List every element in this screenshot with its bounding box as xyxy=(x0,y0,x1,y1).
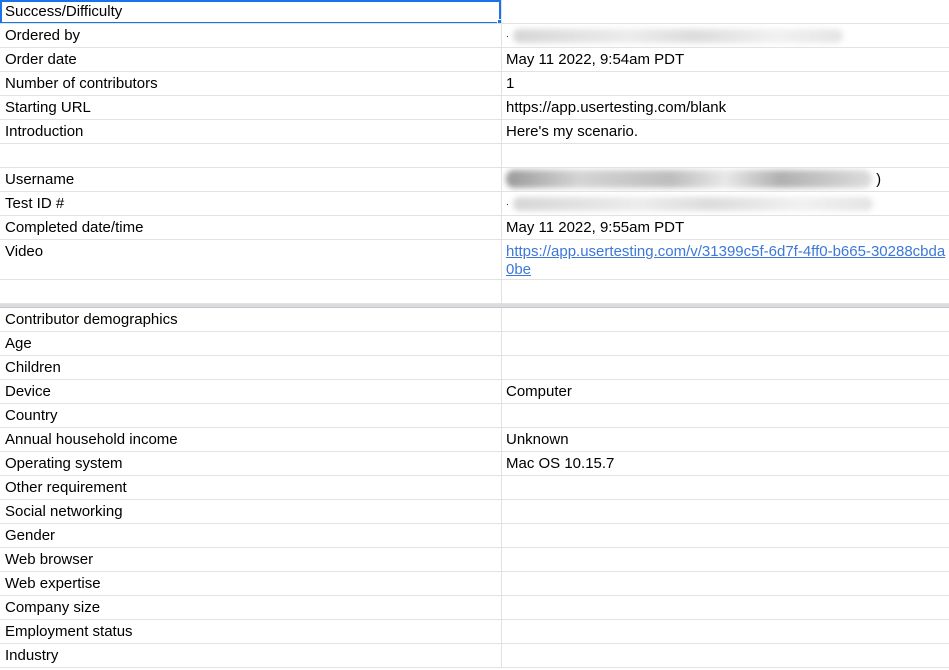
table-row: Contributor demographics xyxy=(0,308,949,332)
cell-label-age[interactable]: Age xyxy=(0,332,502,355)
redacted-mark: · xyxy=(506,199,509,210)
cell-label-employment-status[interactable]: Employment status xyxy=(0,620,502,643)
cell-value-introduction[interactable]: Here's my scenario. xyxy=(502,120,949,143)
cell-empty[interactable] xyxy=(0,144,502,167)
cell-value-order-date[interactable]: May 11 2022, 9:54am PDT xyxy=(502,48,949,71)
cell-label-annual-household-income[interactable]: Annual household income xyxy=(0,428,502,451)
cell-value[interactable] xyxy=(502,308,949,331)
cell-value[interactable] xyxy=(502,500,949,523)
table-row: Number of contributors 1 xyxy=(0,72,949,96)
fill-handle[interactable] xyxy=(497,19,501,23)
table-row: Success/Difficulty xyxy=(0,0,949,24)
cell-value-completed-date-time[interactable]: May 11 2022, 9:55am PDT xyxy=(502,216,949,239)
redacted-blur xyxy=(506,170,872,189)
table-row: Username ) xyxy=(0,168,949,192)
table-row: Industry xyxy=(0,644,949,668)
cell-value-video[interactable]: https://app.usertesting.com/v/31399c5f-6… xyxy=(502,240,949,279)
cell-label-other-requirement[interactable]: Other requirement xyxy=(0,476,502,499)
cell-empty[interactable] xyxy=(0,280,502,303)
cell-value-test-id[interactable]: · xyxy=(502,192,949,215)
cell-value-device[interactable]: Computer xyxy=(502,380,949,403)
table-row: Ordered by · xyxy=(0,24,949,48)
cell-label-introduction[interactable]: Introduction xyxy=(0,120,502,143)
cell-value-starting-url[interactable]: https://app.usertesting.com/blank xyxy=(502,96,949,119)
cell-value-operating-system[interactable]: Mac OS 10.15.7 xyxy=(502,452,949,475)
cell-label-video[interactable]: Video xyxy=(0,240,502,279)
video-link[interactable]: https://app.usertesting.com/v/31399c5f-6… xyxy=(506,243,945,278)
cell-label-operating-system[interactable]: Operating system xyxy=(0,452,502,475)
table-row: Video https://app.usertesting.com/v/3139… xyxy=(0,240,949,280)
table-row: Starting URL https://app.usertesting.com… xyxy=(0,96,949,120)
cell-label-web-browser[interactable]: Web browser xyxy=(0,548,502,571)
table-row: Country xyxy=(0,404,949,428)
cell-value[interactable] xyxy=(502,644,949,667)
table-row: Age xyxy=(0,332,949,356)
cell-label-social-networking[interactable]: Social networking xyxy=(0,500,502,523)
cell-value[interactable] xyxy=(502,596,949,619)
cell-label-username[interactable]: Username xyxy=(0,168,502,191)
table-row: Social networking xyxy=(0,500,949,524)
cell-label-industry[interactable]: Industry xyxy=(0,644,502,667)
cell-value[interactable] xyxy=(502,332,949,355)
cell-value-username[interactable]: ) xyxy=(502,168,949,191)
cell-value[interactable] xyxy=(502,404,949,427)
cell-label-country[interactable]: Country xyxy=(0,404,502,427)
cell-value-ordered-by[interactable]: · xyxy=(502,24,949,47)
cell-label-test-id[interactable]: Test ID # xyxy=(0,192,502,215)
cell-label-success-difficulty[interactable]: Success/Difficulty xyxy=(0,0,502,23)
redacted-mark: · xyxy=(506,31,509,42)
cell-label-starting-url[interactable]: Starting URL xyxy=(0,96,502,119)
table-row: Annual household income Unknown xyxy=(0,428,949,452)
cell-value[interactable] xyxy=(502,572,949,595)
spreadsheet-grid: Success/Difficulty Ordered by · Order da… xyxy=(0,0,949,668)
cell-value[interactable] xyxy=(502,548,949,571)
cell-empty[interactable] xyxy=(502,280,949,303)
cell-label-number-of-contributors[interactable]: Number of contributors xyxy=(0,72,502,95)
cell-label-web-expertise[interactable]: Web expertise xyxy=(0,572,502,595)
cell-value[interactable] xyxy=(502,524,949,547)
cell-value-annual-household-income[interactable]: Unknown xyxy=(502,428,949,451)
cell-value[interactable] xyxy=(502,0,949,23)
table-row: Order date May 11 2022, 9:54am PDT xyxy=(0,48,949,72)
table-row: Test ID # · xyxy=(0,192,949,216)
cell-label-contributor-demographics[interactable]: Contributor demographics xyxy=(0,308,502,331)
cell-label-gender[interactable]: Gender xyxy=(0,524,502,547)
table-row: Employment status xyxy=(0,620,949,644)
cell-label-order-date[interactable]: Order date xyxy=(0,48,502,71)
table-row: Device Computer xyxy=(0,380,949,404)
table-row: Web browser xyxy=(0,548,949,572)
redacted-blur xyxy=(513,29,844,44)
cell-text: Success/Difficulty xyxy=(5,3,123,20)
cell-label-device[interactable]: Device xyxy=(0,380,502,403)
cell-label-completed-date-time[interactable]: Completed date/time xyxy=(0,216,502,239)
table-row: Web expertise xyxy=(0,572,949,596)
table-row xyxy=(0,144,949,168)
cell-text: ) xyxy=(876,171,882,188)
table-row: Company size xyxy=(0,596,949,620)
cell-value-number-of-contributors[interactable]: 1 xyxy=(502,72,949,95)
table-row: Completed date/time May 11 2022, 9:55am … xyxy=(0,216,949,240)
table-row: Other requirement xyxy=(0,476,949,500)
table-row: Operating system Mac OS 10.15.7 xyxy=(0,452,949,476)
cell-label-ordered-by[interactable]: Ordered by xyxy=(0,24,502,47)
cell-empty[interactable] xyxy=(502,144,949,167)
table-row: Gender xyxy=(0,524,949,548)
cell-label-company-size[interactable]: Company size xyxy=(0,596,502,619)
cell-value[interactable] xyxy=(502,620,949,643)
cell-label-children[interactable]: Children xyxy=(0,356,502,379)
cell-value[interactable] xyxy=(502,356,949,379)
cell-value[interactable] xyxy=(502,476,949,499)
redacted-blur xyxy=(513,197,874,212)
table-row xyxy=(0,280,949,304)
table-row: Introduction Here's my scenario. xyxy=(0,120,949,144)
table-row: Children xyxy=(0,356,949,380)
